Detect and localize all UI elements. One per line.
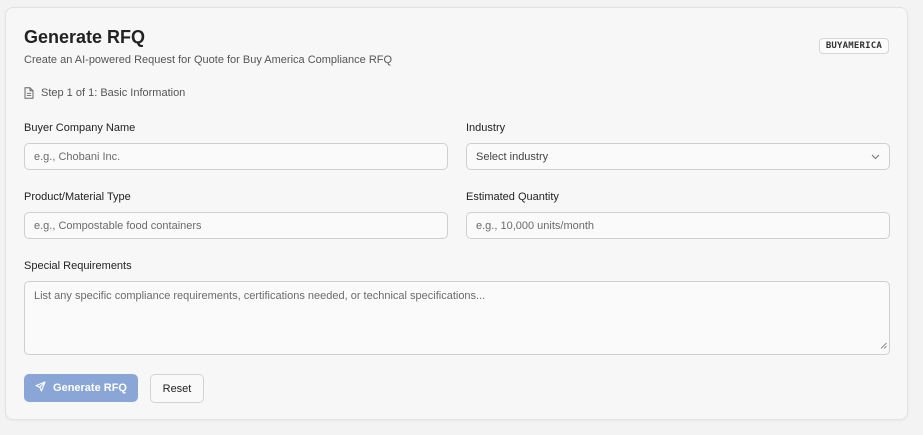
product-type-placeholder: e.g., Compostable food containers	[34, 219, 202, 232]
special-requirements-placeholder: List any specific compliance requirement…	[34, 290, 486, 302]
industry-select[interactable]: Select industry	[466, 143, 890, 170]
page-subtitle: Create an AI-powered Request for Quote f…	[24, 54, 393, 66]
step-label: Step 1 of 1: Basic Information	[41, 87, 186, 99]
special-requirements-textarea[interactable]: List any specific compliance requirement…	[24, 281, 890, 355]
chevron-down-icon	[871, 151, 880, 163]
special-requirements-label: Special Requirements	[24, 260, 132, 272]
generate-rfq-label: Generate RFQ	[53, 382, 127, 394]
buyer-company-label: Buyer Company Name	[24, 122, 136, 134]
reset-label: Reset	[162, 382, 192, 395]
product-type-label: Product/Material Type	[24, 191, 131, 203]
send-icon	[35, 381, 46, 395]
resize-handle-icon[interactable]	[880, 340, 887, 352]
category-badge: BUYAMERICA	[818, 38, 889, 54]
quantity-input[interactable]: e.g., 10,000 units/month	[466, 212, 890, 239]
document-icon	[24, 87, 34, 99]
industry-label: Industry	[466, 122, 506, 134]
product-type-input[interactable]: e.g., Compostable food containers	[24, 212, 448, 239]
quantity-label: Estimated Quantity	[466, 191, 559, 203]
page-title: Generate RFQ	[24, 27, 146, 47]
generate-rfq-button[interactable]: Generate RFQ	[24, 374, 138, 402]
buyer-company-input[interactable]: e.g., Chobani Inc.	[24, 143, 448, 170]
industry-selected-value: Select industry	[476, 150, 549, 163]
quantity-placeholder: e.g., 10,000 units/month	[476, 219, 595, 232]
step-indicator: Step 1 of 1: Basic Information	[24, 87, 185, 99]
reset-button[interactable]: Reset	[150, 374, 204, 403]
buyer-company-placeholder: e.g., Chobani Inc.	[34, 150, 121, 163]
rfq-form-card: Generate RFQ Create an AI-powered Reques…	[5, 7, 908, 420]
